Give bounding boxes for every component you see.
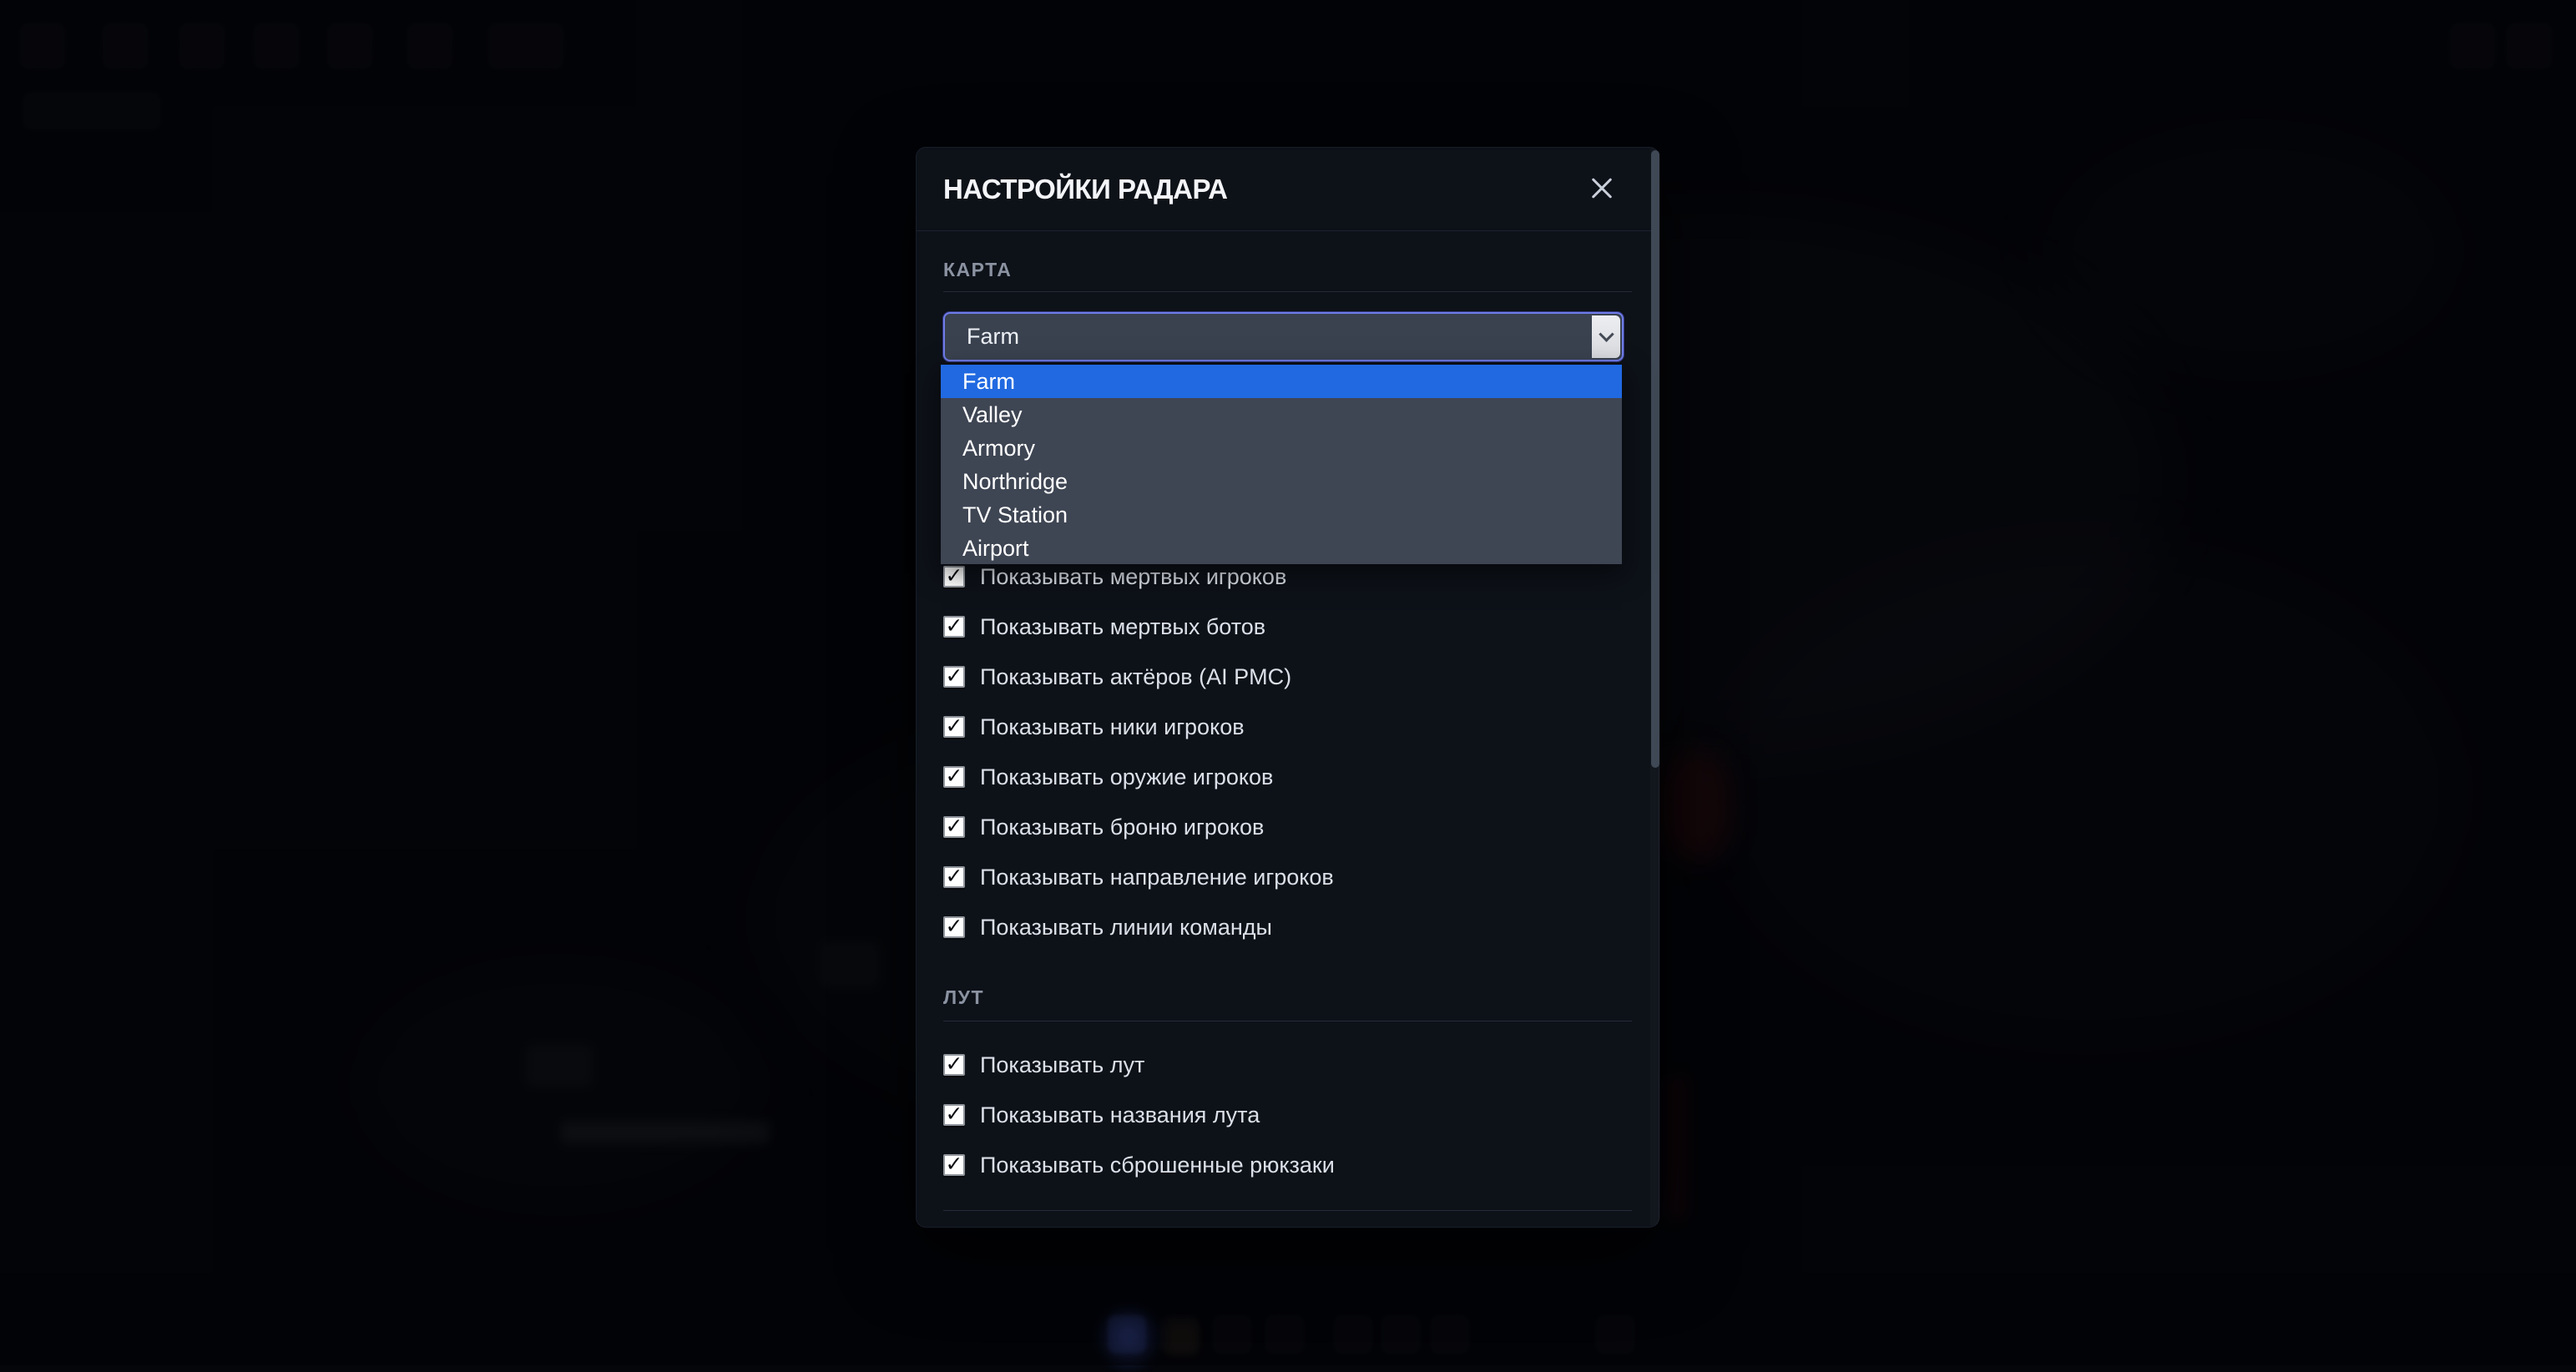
bottom-divider — [943, 1210, 1632, 1211]
checkbox[interactable]: ✓ — [943, 916, 965, 938]
checkbox-label: Показывать мертвых игроков — [980, 564, 1286, 590]
checkbox-row[interactable]: ✓ Показывать мертвых ботов — [943, 602, 1609, 652]
checkbox[interactable]: ✓ — [943, 1104, 965, 1126]
checkbox[interactable]: ✓ — [943, 666, 965, 688]
checkbox-row[interactable]: ✓ Показывать направление игроков — [943, 852, 1609, 902]
check-icon: ✓ — [946, 565, 963, 586]
map-select-dropdown: FarmValleyArmoryNorthridgeTV StationAirp… — [941, 365, 1622, 564]
checkbox[interactable]: ✓ — [943, 566, 965, 588]
checkbox-row[interactable]: ✓ Показывать актёров (AI PMC) — [943, 652, 1609, 702]
checkbox[interactable]: ✓ — [943, 816, 965, 838]
check-icon: ✓ — [946, 1053, 963, 1074]
checkbox-row[interactable]: ✓ Показывать оружие игроков — [943, 752, 1609, 802]
map-section-divider — [943, 291, 1632, 292]
modal-scrollbar[interactable] — [1650, 149, 1660, 1226]
chevron-down-icon — [1592, 315, 1620, 358]
dropdown-option[interactable]: Valley — [941, 398, 1622, 431]
check-icon: ✓ — [946, 1103, 963, 1124]
loot-checkbox-group: ✓ Показывать лут ✓ Показывать названия лута… — [943, 1040, 1609, 1190]
checkbox-row[interactable]: ✓ Показывать сброшенные рюкзаки — [943, 1140, 1609, 1190]
checkbox-label: Показывать мертвых ботов — [980, 614, 1265, 640]
checkbox-row[interactable]: ✓ Показывать лут — [943, 1040, 1609, 1090]
check-icon: ✓ — [946, 665, 963, 686]
checkbox-label: Показывать линии команды — [980, 915, 1272, 941]
check-icon: ✓ — [946, 765, 963, 786]
player-checkbox-group: ✓ Показывать мертвых игроков ✓ Показывать м… — [943, 552, 1609, 952]
checkbox-label: Показывать ники игроков — [980, 714, 1245, 740]
modal-title: НАСТРОЙКИ РАДАРА — [943, 174, 1227, 205]
check-icon: ✓ — [946, 916, 963, 936]
checkbox[interactable]: ✓ — [943, 716, 965, 738]
checkbox[interactable]: ✓ — [943, 1054, 965, 1076]
close-icon — [1589, 176, 1614, 201]
check-icon: ✓ — [946, 615, 963, 636]
dropdown-option[interactable]: Northridge — [941, 465, 1622, 498]
dropdown-option[interactable]: Farm — [941, 365, 1622, 398]
header-divider — [917, 230, 1659, 231]
modal-header: НАСТРОЙКИ РАДАРА — [917, 148, 1659, 230]
checkbox[interactable]: ✓ — [943, 616, 965, 638]
checkbox-label: Показывать оружие игроков — [980, 764, 1273, 790]
checkbox-label: Показывать направление игроков — [980, 865, 1334, 890]
check-icon: ✓ — [946, 815, 963, 836]
check-icon: ✓ — [946, 1153, 963, 1174]
modal-scrollbar-thumb[interactable] — [1651, 150, 1659, 768]
checkbox-label: Показывать лут — [980, 1052, 1144, 1078]
checkbox[interactable]: ✓ — [943, 1154, 965, 1176]
checkbox-row[interactable]: ✓ Показывать ники игроков — [943, 702, 1609, 752]
checkbox[interactable]: ✓ — [943, 866, 965, 888]
checkbox[interactable]: ✓ — [943, 766, 965, 788]
dropdown-option[interactable]: Armory — [941, 431, 1622, 465]
close-button[interactable] — [1578, 172, 1625, 205]
check-icon: ✓ — [946, 715, 963, 736]
dropdown-option[interactable]: Airport — [941, 532, 1622, 564]
map-select-value: Farm — [967, 324, 1019, 350]
check-icon: ✓ — [946, 865, 963, 886]
loot-section-label: ЛУТ — [943, 986, 984, 1009]
checkbox-label: Показывать броню игроков — [980, 815, 1264, 840]
map-section-label: КАРТА — [943, 259, 1012, 281]
radar-settings-modal: НАСТРОЙКИ РАДАРА КАРТА Farm ✓ Показывать … — [916, 147, 1659, 1228]
checkbox-label: Показывать сброшенные рюкзаки — [980, 1153, 1335, 1178]
checkbox-label: Показывать актёров (AI PMC) — [980, 664, 1291, 690]
checkbox-row[interactable]: ✓ Показывать названия лута — [943, 1090, 1609, 1140]
map-select[interactable]: Farm — [943, 312, 1624, 361]
checkbox-row[interactable]: ✓ Показывать броню игроков — [943, 802, 1609, 852]
checkbox-row[interactable]: ✓ Показывать линии команды — [943, 902, 1609, 952]
checkbox-label: Показывать названия лута — [980, 1102, 1260, 1128]
dropdown-option[interactable]: TV Station — [941, 498, 1622, 532]
